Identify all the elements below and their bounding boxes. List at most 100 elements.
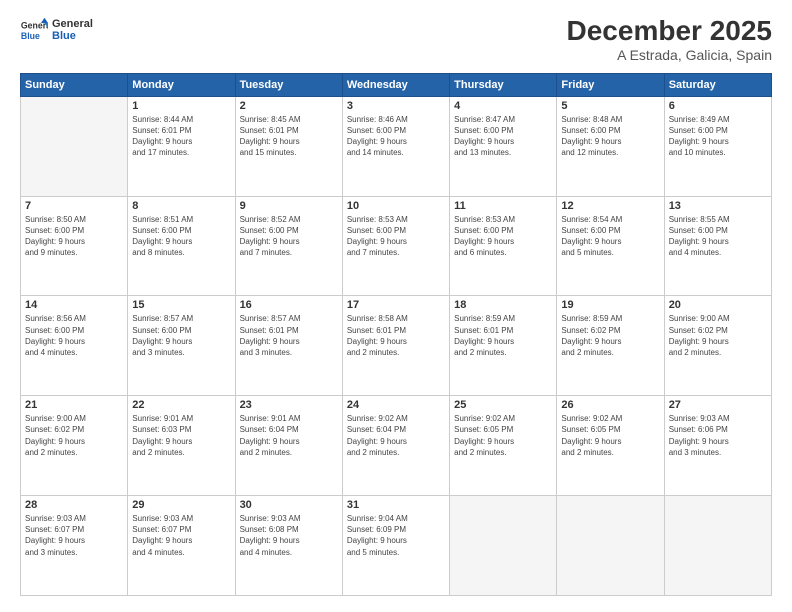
table-row: 3 Sunrise: 8:46 AM Sunset: 6:00 PM Daylig… — [342, 96, 449, 196]
day-info: Sunrise: 8:53 AM Sunset: 6:00 PM Dayligh… — [347, 214, 445, 259]
table-row: 22 Sunrise: 9:01 AM Sunset: 6:03 PM Dayli… — [128, 396, 235, 496]
calendar-header-row: Sunday Monday Tuesday Wednesday Thursday… — [21, 73, 772, 96]
table-row: 23 Sunrise: 9:01 AM Sunset: 6:04 PM Dayli… — [235, 396, 342, 496]
table-row: 8 Sunrise: 8:51 AM Sunset: 6:00 PM Daylig… — [128, 196, 235, 296]
day-info: Sunrise: 8:51 AM Sunset: 6:00 PM Dayligh… — [132, 214, 230, 259]
day-info: Sunrise: 9:01 AM Sunset: 6:03 PM Dayligh… — [132, 413, 230, 458]
day-number: 21 — [25, 399, 123, 411]
day-number: 9 — [240, 200, 338, 212]
location-title: A Estrada, Galicia, Spain — [567, 47, 772, 63]
table-row: 28Sunrise: 9:03 AM Sunset: 6:07 PM Dayli… — [21, 496, 128, 596]
day-info: Sunrise: 8:55 AM Sunset: 6:00 PM Dayligh… — [669, 214, 767, 259]
logo-line1: General — [52, 18, 93, 30]
day-info: Sunrise: 8:54 AM Sunset: 6:00 PM Dayligh… — [561, 214, 659, 259]
table-row — [450, 496, 557, 596]
day-number: 13 — [669, 200, 767, 212]
logo-line2: Blue — [52, 30, 93, 42]
table-row: 29Sunrise: 9:03 AM Sunset: 6:07 PM Dayli… — [128, 496, 235, 596]
calendar-week-row: 28Sunrise: 9:03 AM Sunset: 6:07 PM Dayli… — [21, 496, 772, 596]
logo-icon: General Blue — [20, 16, 48, 44]
day-info: Sunrise: 8:49 AM Sunset: 6:00 PM Dayligh… — [669, 114, 767, 159]
day-info: Sunrise: 9:02 AM Sunset: 6:05 PM Dayligh… — [561, 413, 659, 458]
day-info: Sunrise: 9:03 AM Sunset: 6:07 PM Dayligh… — [132, 513, 230, 558]
day-number: 2 — [240, 100, 338, 112]
day-number: 18 — [454, 299, 552, 311]
table-row: 2Sunrise: 8:45 AM Sunset: 6:01 PM Daylig… — [235, 96, 342, 196]
day-info: Sunrise: 9:04 AM Sunset: 6:09 PM Dayligh… — [347, 513, 445, 558]
table-row: 5 Sunrise: 8:48 AM Sunset: 6:00 PM Daylig… — [557, 96, 664, 196]
day-info: Sunrise: 8:59 AM Sunset: 6:01 PM Dayligh… — [454, 313, 552, 358]
day-number: 6 — [669, 100, 767, 112]
day-info: Sunrise: 8:59 AM Sunset: 6:02 PM Dayligh… — [561, 313, 659, 358]
day-info: Sunrise: 9:00 AM Sunset: 6:02 PM Dayligh… — [669, 313, 767, 358]
day-info: Sunrise: 8:46 AM Sunset: 6:00 PM Dayligh… — [347, 114, 445, 159]
calendar-week-row: 7 Sunrise: 8:50 AM Sunset: 6:00 PM Daylig… — [21, 196, 772, 296]
day-info: Sunrise: 9:02 AM Sunset: 6:05 PM Dayligh… — [454, 413, 552, 458]
day-info: Sunrise: 9:03 AM Sunset: 6:06 PM Dayligh… — [669, 413, 767, 458]
day-info: Sunrise: 9:03 AM Sunset: 6:08 PM Dayligh… — [240, 513, 338, 558]
table-row: 31Sunrise: 9:04 AM Sunset: 6:09 PM Dayli… — [342, 496, 449, 596]
day-number: 7 — [25, 200, 123, 212]
day-info: Sunrise: 8:47 AM Sunset: 6:00 PM Dayligh… — [454, 114, 552, 159]
day-number: 16 — [240, 299, 338, 311]
day-info: Sunrise: 8:50 AM Sunset: 6:00 PM Dayligh… — [25, 214, 123, 259]
col-monday: Monday — [128, 73, 235, 96]
table-row: 19 Sunrise: 8:59 AM Sunset: 6:02 PM Dayli… — [557, 296, 664, 396]
day-number: 30 — [240, 499, 338, 511]
day-info: Sunrise: 8:57 AM Sunset: 6:01 PM Dayligh… — [240, 313, 338, 358]
day-number: 8 — [132, 200, 230, 212]
day-number: 5 — [561, 100, 659, 112]
table-row: 6 Sunrise: 8:49 AM Sunset: 6:00 PM Daylig… — [664, 96, 771, 196]
day-number: 3 — [347, 100, 445, 112]
table-row: 10Sunrise: 8:53 AM Sunset: 6:00 PM Dayli… — [342, 196, 449, 296]
col-friday: Friday — [557, 73, 664, 96]
day-info: Sunrise: 9:03 AM Sunset: 6:07 PM Dayligh… — [25, 513, 123, 558]
day-number: 27 — [669, 399, 767, 411]
day-info: Sunrise: 9:00 AM Sunset: 6:02 PM Dayligh… — [25, 413, 123, 458]
day-info: Sunrise: 8:52 AM Sunset: 6:00 PM Dayligh… — [240, 214, 338, 259]
table-row: 11Sunrise: 8:53 AM Sunset: 6:00 PM Dayli… — [450, 196, 557, 296]
table-row: 24 Sunrise: 9:02 AM Sunset: 6:04 PM Dayli… — [342, 396, 449, 496]
col-thursday: Thursday — [450, 73, 557, 96]
day-number: 14 — [25, 299, 123, 311]
table-row: 1Sunrise: 8:44 AM Sunset: 6:01 PM Daylig… — [128, 96, 235, 196]
table-row: 26Sunrise: 9:02 AM Sunset: 6:05 PM Dayli… — [557, 396, 664, 496]
day-number: 19 — [561, 299, 659, 311]
table-row: 17Sunrise: 8:58 AM Sunset: 6:01 PM Dayli… — [342, 296, 449, 396]
table-row: 15Sunrise: 8:57 AM Sunset: 6:00 PM Dayli… — [128, 296, 235, 396]
table-row: 7 Sunrise: 8:50 AM Sunset: 6:00 PM Daylig… — [21, 196, 128, 296]
day-number: 4 — [454, 100, 552, 112]
day-number: 23 — [240, 399, 338, 411]
calendar-table: Sunday Monday Tuesday Wednesday Thursday… — [20, 73, 772, 596]
calendar-week-row: 1Sunrise: 8:44 AM Sunset: 6:01 PM Daylig… — [21, 96, 772, 196]
table-row — [664, 496, 771, 596]
table-row: 16 Sunrise: 8:57 AM Sunset: 6:01 PM Dayli… — [235, 296, 342, 396]
day-number: 17 — [347, 299, 445, 311]
day-number: 24 — [347, 399, 445, 411]
day-info: Sunrise: 8:48 AM Sunset: 6:00 PM Dayligh… — [561, 114, 659, 159]
day-info: Sunrise: 8:44 AM Sunset: 6:01 PM Dayligh… — [132, 114, 230, 159]
col-sunday: Sunday — [21, 73, 128, 96]
table-row: 20Sunrise: 9:00 AM Sunset: 6:02 PM Dayli… — [664, 296, 771, 396]
header: General Blue General Blue December 2025 … — [20, 16, 772, 63]
table-row — [21, 96, 128, 196]
page: General Blue General Blue December 2025 … — [0, 0, 792, 612]
title-section: December 2025 A Estrada, Galicia, Spain — [567, 16, 772, 63]
day-info: Sunrise: 9:02 AM Sunset: 6:04 PM Dayligh… — [347, 413, 445, 458]
table-row — [557, 496, 664, 596]
table-row: 25Sunrise: 9:02 AM Sunset: 6:05 PM Dayli… — [450, 396, 557, 496]
table-row: 14 Sunrise: 8:56 AM Sunset: 6:00 PM Dayli… — [21, 296, 128, 396]
calendar-week-row: 21 Sunrise: 9:00 AM Sunset: 6:02 PM Dayli… — [21, 396, 772, 496]
table-row: 30 Sunrise: 9:03 AM Sunset: 6:08 PM Dayli… — [235, 496, 342, 596]
day-number: 15 — [132, 299, 230, 311]
table-row: 27 Sunrise: 9:03 AM Sunset: 6:06 PM Dayli… — [664, 396, 771, 496]
day-info: Sunrise: 9:01 AM Sunset: 6:04 PM Dayligh… — [240, 413, 338, 458]
table-row: 13 Sunrise: 8:55 AM Sunset: 6:00 PM Dayli… — [664, 196, 771, 296]
table-row: 9 Sunrise: 8:52 AM Sunset: 6:00 PM Daylig… — [235, 196, 342, 296]
day-number: 22 — [132, 399, 230, 411]
col-saturday: Saturday — [664, 73, 771, 96]
svg-text:Blue: Blue — [21, 31, 40, 41]
month-title: December 2025 — [567, 16, 772, 47]
col-wednesday: Wednesday — [342, 73, 449, 96]
day-info: Sunrise: 8:56 AM Sunset: 6:00 PM Dayligh… — [25, 313, 123, 358]
